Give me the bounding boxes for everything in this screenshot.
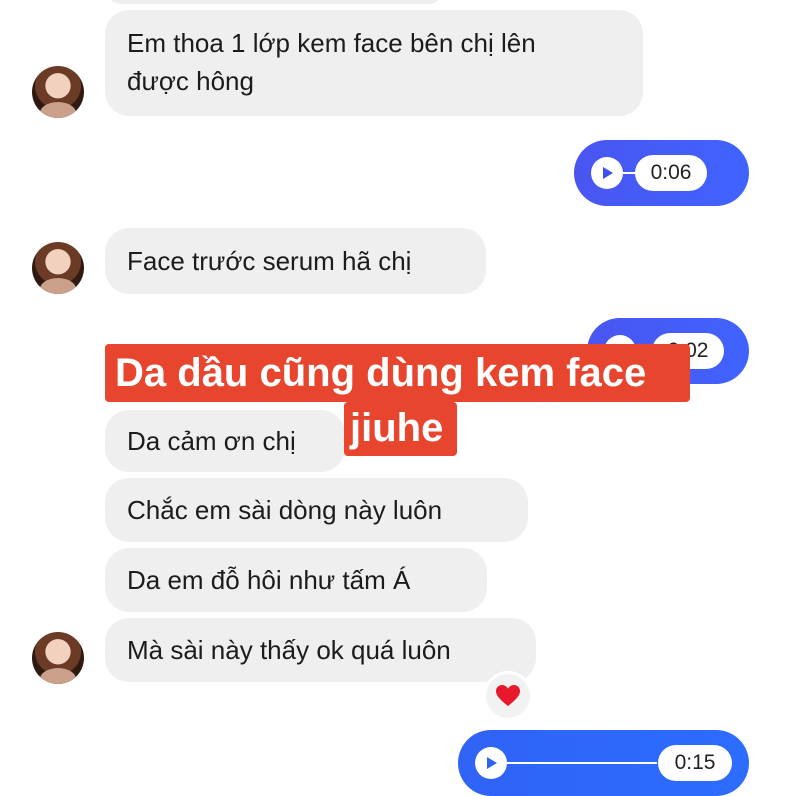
avatar[interactable] <box>32 66 84 118</box>
message-bubble[interactable]: Chắc em sài dòng này luôn <box>105 478 528 542</box>
message-text: Face trước serum hã chị <box>127 246 412 276</box>
message-bubble[interactable]: Da cảm ơn chị <box>105 410 345 472</box>
message-text: được hông <box>127 66 254 96</box>
audio-track[interactable] <box>507 762 657 764</box>
voice-duration: 0:15 <box>658 745 732 781</box>
message-bubble-partial <box>105 0 445 4</box>
audio-track[interactable] <box>623 172 635 174</box>
voice-duration: 0:06 <box>635 155 707 191</box>
play-button[interactable] <box>591 157 623 189</box>
overlay-caption-line1: Da dầu cũng dùng kem face <box>105 344 690 402</box>
message-text: Mà sài này thấy ok quá luôn <box>127 635 451 665</box>
voice-message[interactable]: 0:15 <box>458 730 749 796</box>
voice-message[interactable]: 0:06 <box>574 140 749 206</box>
message-text: Chắc em sài dòng này luôn <box>127 495 443 525</box>
heart-icon <box>496 685 520 706</box>
overlay-caption-line2: jiuhe <box>344 402 457 456</box>
reaction-badge[interactable] <box>483 671 533 721</box>
avatar[interactable] <box>32 632 84 684</box>
message-text: Da cảm ơn chị <box>127 426 296 456</box>
message-bubble[interactable]: Da em đỗ hôi như tấm Á <box>105 548 487 612</box>
message-bubble[interactable]: Mà sài này thấy ok quá luôn <box>105 618 536 682</box>
message-bubble[interactable]: Face trước serum hã chị <box>105 228 486 294</box>
play-button[interactable] <box>475 747 507 779</box>
play-icon <box>603 167 613 179</box>
message-text: Da em đỗ hôi như tấm Á <box>127 565 411 595</box>
avatar[interactable] <box>32 242 84 294</box>
message-bubble[interactable]: Em thoa 1 lớp kem face bên chị lên được … <box>105 10 643 116</box>
play-icon <box>487 757 497 769</box>
message-text: Em thoa 1 lớp kem face bên chị lên <box>127 28 536 58</box>
